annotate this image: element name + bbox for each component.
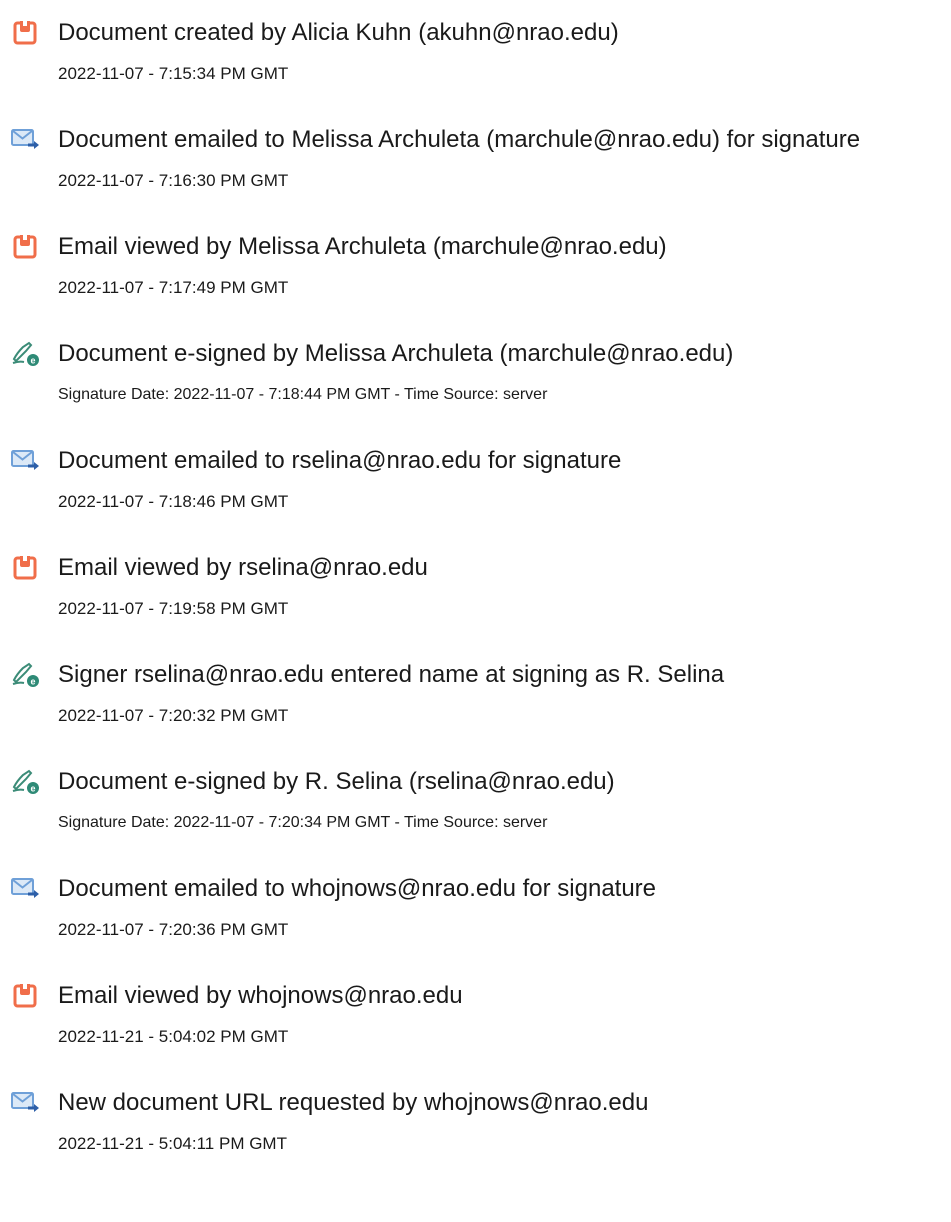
svg-text:e: e: [30, 356, 35, 366]
audit-event: e Document e-signed by Melissa Archuleta…: [0, 331, 951, 421]
event-title: New document URL requested by whojnows@n…: [58, 1089, 649, 1116]
event-timestamp: Signature Date: 2022-11-07 - 7:20:34 PM …: [58, 814, 548, 831]
event-timestamp: 2022-11-07 - 7:17:49 PM GMT: [58, 278, 289, 297]
event-timestamp: 2022-11-07 - 7:18:46 PM GMT: [58, 492, 289, 511]
audit-event: Document emailed to rselina@nrao.edu for…: [0, 438, 951, 528]
event-title: Document e-signed by R. Selina (rselina@…: [58, 768, 615, 795]
esign-icon: e: [11, 660, 39, 688]
audit-event: Document created by Alicia Kuhn (akuhn@n…: [0, 10, 951, 100]
email-icon: [11, 874, 39, 902]
audit-event: Email viewed by rselina@nrao.edu 2022-11…: [0, 545, 951, 635]
document-icon: [11, 18, 39, 46]
event-timestamp: 2022-11-21 - 5:04:11 PM GMT: [58, 1134, 287, 1153]
audit-event: Email viewed by Melissa Archuleta (march…: [0, 224, 951, 314]
esign-icon: e: [11, 767, 39, 795]
event-title: Email viewed by whojnows@nrao.edu: [58, 982, 463, 1009]
event-timestamp: 2022-11-07 - 7:16:30 PM GMT: [58, 171, 289, 190]
document-icon: [11, 232, 39, 260]
audit-event: Document emailed to Melissa Archuleta (m…: [0, 117, 951, 207]
document-icon: [11, 553, 39, 581]
audit-event: Document emailed to whojnows@nrao.edu fo…: [0, 866, 951, 956]
event-title: Document emailed to rselina@nrao.edu for…: [58, 447, 622, 474]
event-timestamp: 2022-11-07 - 7:19:58 PM GMT: [58, 599, 289, 618]
esign-icon: e: [11, 339, 39, 367]
audit-event: e Document e-signed by R. Selina (rselin…: [0, 759, 951, 849]
event-title: Email viewed by rselina@nrao.edu: [58, 554, 428, 581]
audit-event: New document URL requested by whojnows@n…: [0, 1080, 951, 1170]
audit-event: Email viewed by whojnows@nrao.edu 2022-1…: [0, 973, 951, 1063]
svg-text:e: e: [30, 784, 35, 794]
event-timestamp: 2022-11-21 - 5:04:02 PM GMT: [58, 1027, 289, 1046]
event-timestamp: 2022-11-07 - 7:15:34 PM GMT: [58, 64, 289, 83]
event-title: Signer rselina@nrao.edu entered name at …: [58, 661, 725, 688]
event-timestamp: Signature Date: 2022-11-07 - 7:18:44 PM …: [58, 386, 548, 403]
email-icon: [11, 1088, 39, 1116]
event-title: Document created by Alicia Kuhn (akuhn@n…: [58, 19, 619, 46]
event-title: Document e-signed by Melissa Archuleta (…: [58, 340, 734, 367]
event-title: Document emailed to whojnows@nrao.edu fo…: [58, 875, 657, 902]
event-title: Document emailed to Melissa Archuleta (m…: [58, 126, 861, 153]
event-title: Email viewed by Melissa Archuleta (march…: [58, 233, 667, 260]
document-icon: [11, 981, 39, 1009]
email-icon: [11, 125, 39, 153]
audit-event: e Signer rselina@nrao.edu entered name a…: [0, 652, 951, 742]
email-icon: [11, 446, 39, 474]
svg-text:e: e: [30, 677, 35, 687]
event-timestamp: 2022-11-07 - 7:20:32 PM GMT: [58, 706, 289, 725]
event-timestamp: 2022-11-07 - 7:20:36 PM GMT: [58, 920, 289, 939]
